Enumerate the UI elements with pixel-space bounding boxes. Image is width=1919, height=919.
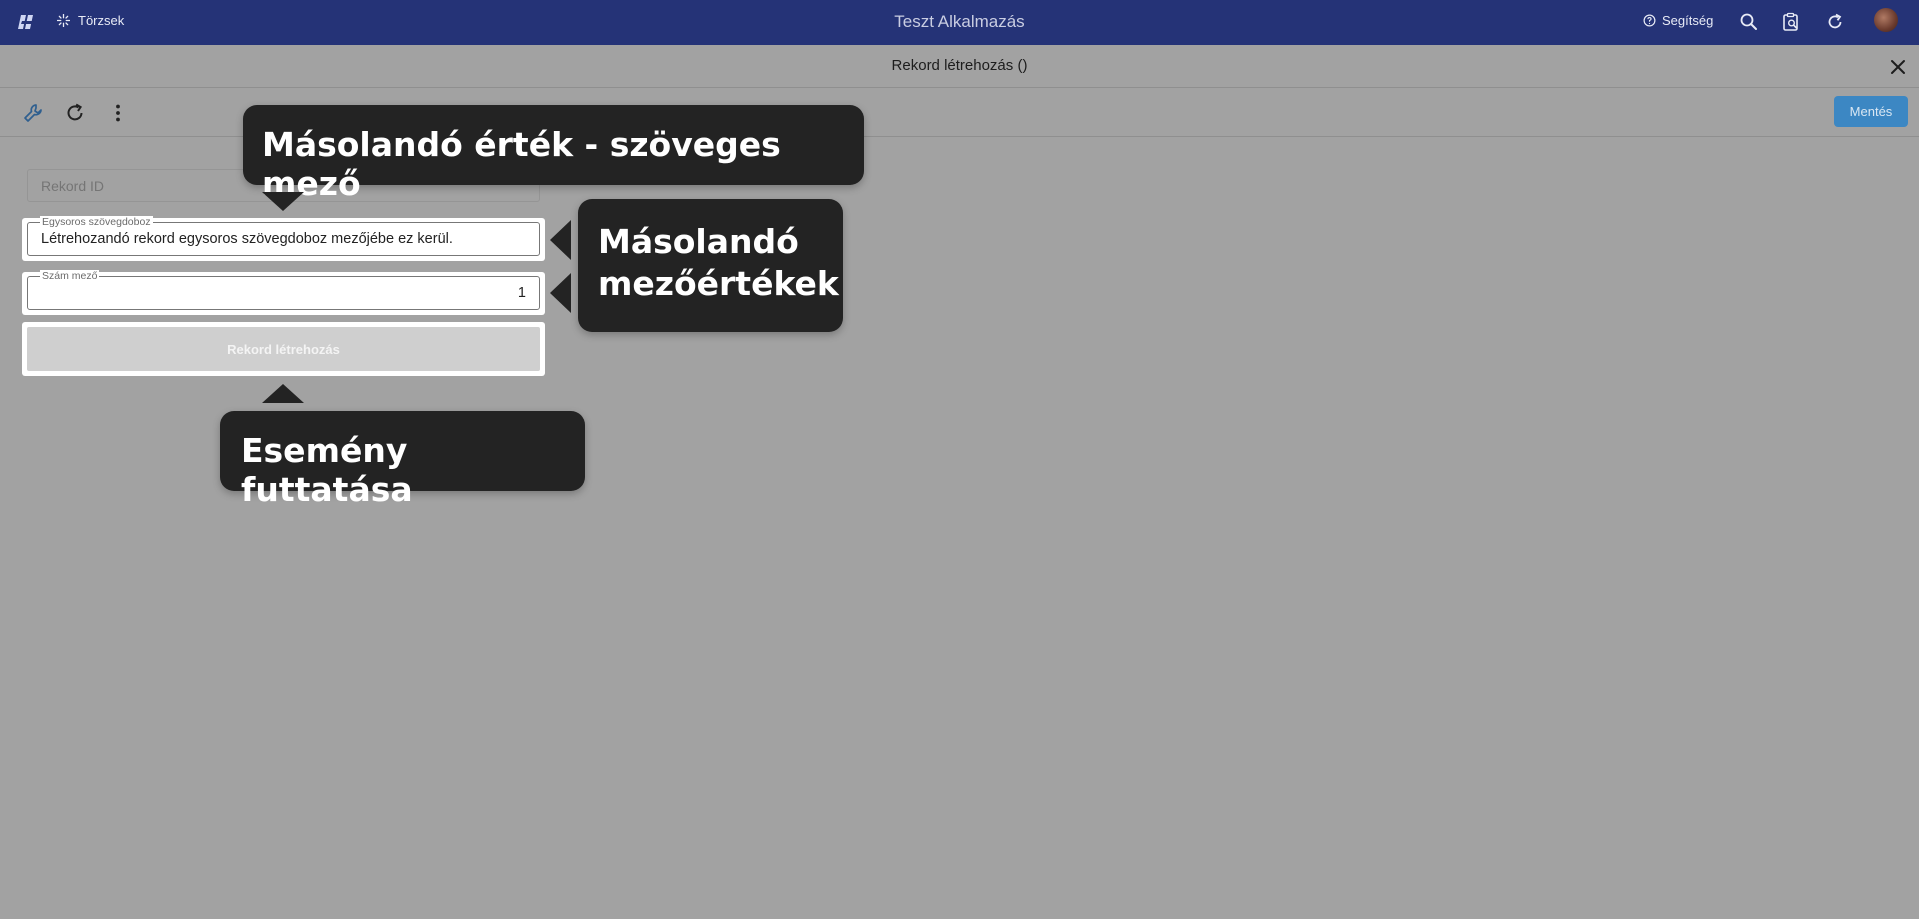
callout-copy-field-values: Másolandó mezőértékek [578,199,843,332]
clipboard-search-icon[interactable] [1781,12,1801,32]
number-field-label: Szám mező [40,270,100,282]
help-link[interactable]: Segítség [1643,13,1713,28]
callout-pointer-up [262,384,304,403]
reload-icon[interactable] [63,101,87,125]
single-line-textbox[interactable]: Egysoros szövegdoboz Létrehozandó rekord… [27,216,540,256]
callout-pointer-left-2 [550,273,571,313]
dialog-header: Rekord létrehozás () [0,45,1919,88]
callout-pointer-down [262,192,304,211]
more-vertical-icon[interactable] [106,101,130,125]
user-avatar[interactable] [1874,8,1898,32]
single-line-textbox-value: Létrehozandó rekord egysoros szövegdoboz… [41,231,453,247]
wrench-icon[interactable] [21,101,45,125]
help-icon [1643,14,1656,27]
callout-copy-field-values-line2: mezőértékek [598,264,839,303]
number-field[interactable]: Szám mező 1 [27,270,540,310]
create-record-button[interactable]: Rekord létrehozás [27,327,540,371]
single-line-textbox-label: Egysoros szövegdoboz [40,216,153,228]
dialog-title: Rekord létrehozás () [891,57,1028,74]
callout-copy-text-field: Másolandó érték - szöveges mező [243,105,864,203]
app-bar: Törzsek Teszt Alkalmazás Segítség [0,0,1919,45]
close-icon[interactable] [1888,57,1908,77]
search-icon[interactable] [1739,12,1759,32]
app-title: Teszt Alkalmazás [894,12,1025,31]
callout-copy-field-values-line1: Másolandó [598,222,799,261]
callout-pointer-left-1 [550,220,571,260]
save-button[interactable]: Mentés [1834,96,1908,127]
number-field-value: 1 [517,285,526,301]
refresh-icon[interactable] [1825,12,1845,32]
callout-run-event-label: Esemény futtatása [241,431,413,509]
callout-run-event: Esemény futtatása [220,411,585,509]
help-label: Segítség [1662,13,1714,28]
